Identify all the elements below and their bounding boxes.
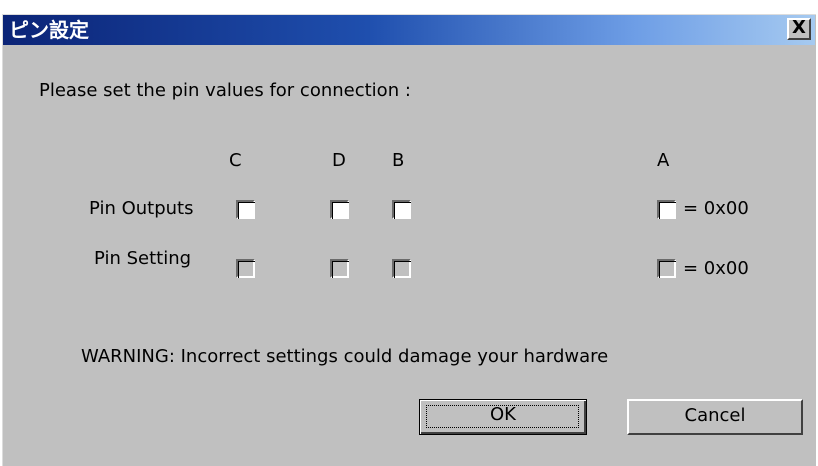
ok-button[interactable]: OK: [419, 399, 587, 435]
column-header-d: D: [332, 150, 346, 171]
pin-setting-label: Pin Setting: [94, 248, 192, 269]
cancel-button[interactable]: Cancel: [627, 399, 803, 435]
pin-outputs-label: Pin Outputs: [89, 198, 194, 219]
instruction-text: Please set the pin values for connection…: [39, 80, 411, 101]
cancel-button-label: Cancel: [684, 405, 746, 426]
pin-outputs-a-checkbox[interactable]: [657, 200, 676, 219]
column-header-b: B: [392, 150, 405, 171]
pin-setting-value: = 0x00: [683, 258, 749, 279]
pin-outputs-b-checkbox[interactable]: [392, 200, 411, 219]
pin-setting-b-checkbox[interactable]: [392, 259, 411, 278]
title-bar[interactable]: ピン設定 X: [3, 15, 815, 45]
warning-text: WARNING: Incorrect settings could damage…: [81, 346, 609, 367]
pin-settings-dialog: ピン設定 X Please set the pin values for con…: [2, 14, 816, 466]
column-header-a: A: [657, 150, 670, 171]
window-title: ピン設定: [9, 18, 89, 42]
close-button[interactable]: X: [787, 18, 811, 40]
pin-setting-c-checkbox[interactable]: [236, 259, 255, 278]
close-icon: X: [792, 17, 806, 38]
pin-outputs-value: = 0x00: [683, 198, 749, 219]
pin-outputs-c-checkbox[interactable]: [236, 200, 255, 219]
pin-setting-d-checkbox[interactable]: [330, 259, 349, 278]
column-header-c: C: [229, 150, 242, 171]
pin-outputs-d-checkbox[interactable]: [330, 200, 349, 219]
pin-setting-a-checkbox[interactable]: [657, 259, 676, 278]
focus-rectangle: [426, 405, 579, 428]
